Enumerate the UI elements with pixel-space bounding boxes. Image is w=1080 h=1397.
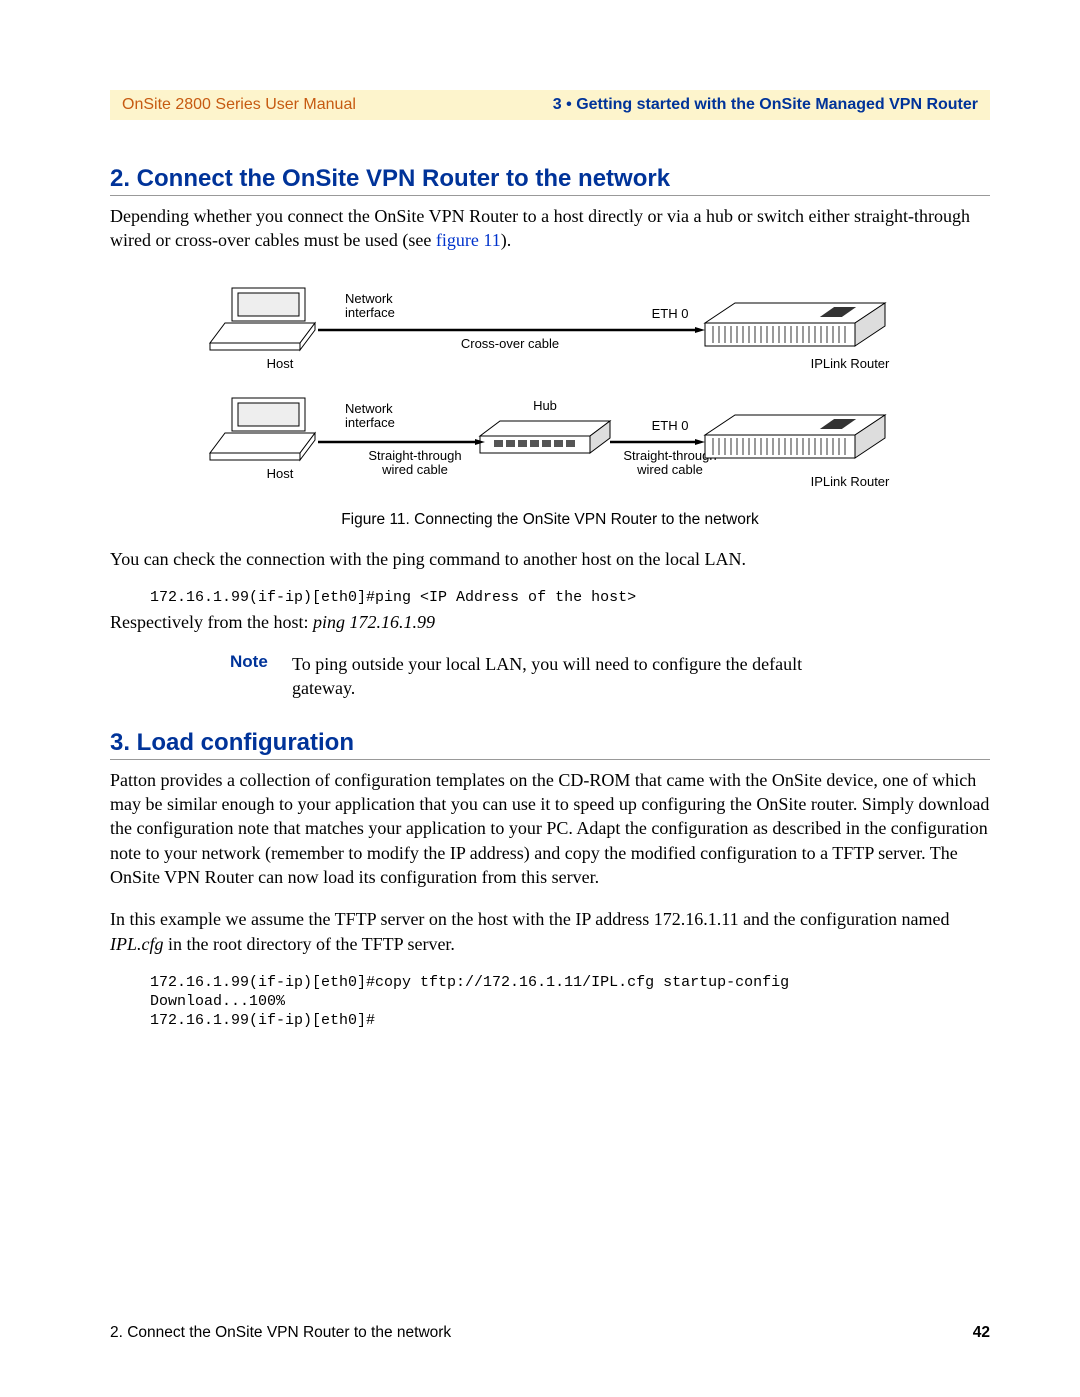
section3-para2-i: IPL.cfg <box>110 934 164 954</box>
section2-para3-i: ping 172.16.1.99 <box>313 612 435 632</box>
diagram-netif-1: Networkinterface <box>345 291 395 320</box>
footer-page-number: 42 <box>973 1324 990 1342</box>
note-block: Note To ping outside your local LAN, you… <box>230 652 990 701</box>
section2-para3-a: Respectively from the host: <box>110 612 313 632</box>
network-diagram-svg: Host Networkinterface Cross-over cable E… <box>190 278 910 498</box>
heading-section-2: 2. Connect the OnSite VPN Router to the … <box>110 165 990 196</box>
diagram-crossover: Cross-over cable <box>461 336 559 351</box>
section2-para1: Depending whether you connect the OnSite… <box>110 204 990 253</box>
code-download: Download...100% <box>150 993 990 1010</box>
figure-11: Host Networkinterface Cross-over cable E… <box>190 278 910 529</box>
diagram-iplink-1: IPLink Router <box>811 356 890 371</box>
diagram-eth0-1: ETH 0 <box>652 306 689 321</box>
diagram-stwired-1: Straight-throughwired cable <box>368 448 461 477</box>
diagram-hub: Hub <box>533 398 557 413</box>
diagram-iplink-2: IPLink Router <box>811 474 890 489</box>
diagram-stwired-2: Straight-throughwired cable <box>623 448 716 477</box>
note-label: Note <box>230 652 292 701</box>
diagram-host-2: Host <box>267 466 294 481</box>
section3-para1: Patton provides a collection of configur… <box>110 768 990 889</box>
figure-11-link[interactable]: figure 11 <box>436 230 501 250</box>
diagram-eth0-2: ETH 0 <box>652 418 689 433</box>
header-right: 3 • Getting started with the OnSite Mana… <box>553 96 978 114</box>
heading-section-3: 3. Load configuration <box>110 729 990 760</box>
footer-left: 2. Connect the OnSite VPN Router to the … <box>110 1324 451 1342</box>
code-ping: 172.16.1.99(if-ip)[eth0]#ping <IP Addres… <box>150 589 990 606</box>
section2-para1-a: Depending whether you connect the OnSite… <box>110 206 970 250</box>
code-copy: 172.16.1.99(if-ip)[eth0]#copy tftp://172… <box>150 974 990 991</box>
header-left: OnSite 2800 Series User Manual <box>122 96 356 114</box>
diagram-host-1: Host <box>267 356 294 371</box>
section2-para3: Respectively from the host: ping 172.16.… <box>110 610 990 634</box>
section3-para2: In this example we assume the TFTP serve… <box>110 907 990 956</box>
page-footer: 2. Connect the OnSite VPN Router to the … <box>110 1324 990 1342</box>
section2-para1-b: ). <box>501 230 512 250</box>
diagram-netif-2: Networkinterface <box>345 401 395 430</box>
note-text: To ping outside your local LAN, you will… <box>292 652 832 701</box>
code-prompt: 172.16.1.99(if-ip)[eth0]# <box>150 1012 990 1029</box>
page-header: OnSite 2800 Series User Manual 3 • Getti… <box>110 90 990 120</box>
section2-para2: You can check the connection with the pi… <box>110 547 990 571</box>
page: OnSite 2800 Series User Manual 3 • Getti… <box>0 0 1080 1397</box>
figure-11-caption: Figure 11. Connecting the OnSite VPN Rou… <box>190 511 910 529</box>
section3-para2-a: In this example we assume the TFTP serve… <box>110 909 950 929</box>
section3-para2-b: in the root directory of the TFTP server… <box>164 934 455 954</box>
